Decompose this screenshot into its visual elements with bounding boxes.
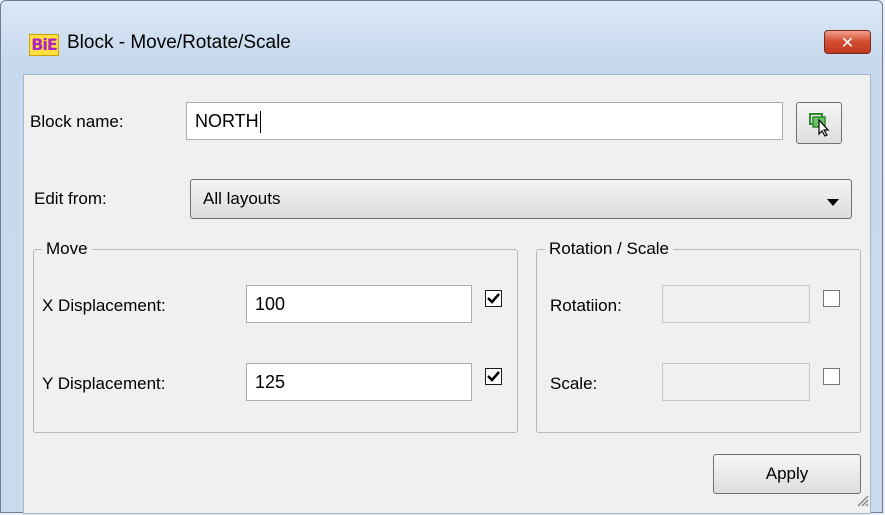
pick-block-cursor-icon: [797, 113, 841, 147]
apply-button[interactable]: Apply: [713, 454, 861, 494]
checkmark-icon: [487, 371, 500, 382]
block-name-input[interactable]: NORTH: [186, 102, 783, 140]
title-bar[interactable]: BiE Block - Move/Rotate/Scale ✕: [1, 1, 882, 73]
rotation-checkbox[interactable]: [823, 290, 840, 307]
edit-from-selected: All layouts: [203, 189, 281, 208]
x-displacement-input[interactable]: [246, 285, 472, 323]
window-title: Block - Move/Rotate/Scale: [67, 32, 291, 53]
rotation-label: Rotatiion:: [550, 296, 622, 315]
x-displacement-label: X Displacement:: [42, 296, 166, 315]
scale-input[interactable]: [662, 363, 810, 401]
pick-block-button[interactable]: [796, 102, 842, 144]
move-legend: Move: [46, 239, 88, 258]
y-displacement-checkbox[interactable]: [485, 368, 502, 385]
checkmark-icon: [487, 293, 500, 304]
rotation-scale-legend: Rotation / Scale: [549, 239, 670, 258]
dialog-window: BiE Block - Move/Rotate/Scale ✕ Block na…: [0, 0, 883, 514]
scale-label: Scale:: [550, 374, 598, 393]
block-name-value: NORTH: [195, 111, 259, 131]
block-name-label: Block name:: [30, 112, 124, 131]
y-displacement-label: Y Displacement:: [42, 374, 166, 393]
edit-from-select[interactable]: All layouts: [190, 179, 852, 219]
app-icon: BiE: [29, 34, 59, 56]
resize-grip-icon[interactable]: [853, 491, 869, 512]
y-displacement-input[interactable]: [246, 363, 472, 401]
move-group: Move: [33, 239, 518, 433]
rotation-input[interactable]: [662, 285, 810, 323]
close-button[interactable]: ✕: [824, 30, 871, 54]
x-displacement-checkbox[interactable]: [485, 290, 502, 307]
rotation-scale-group: Rotation / Scale: [536, 239, 861, 433]
text-caret: [259, 111, 261, 134]
scale-checkbox[interactable]: [823, 368, 840, 385]
chevron-down-icon: [827, 194, 839, 212]
dialog-body: Block name: NORTH Edit from: All layouts…: [23, 74, 871, 514]
edit-from-label: Edit from:: [34, 189, 107, 208]
